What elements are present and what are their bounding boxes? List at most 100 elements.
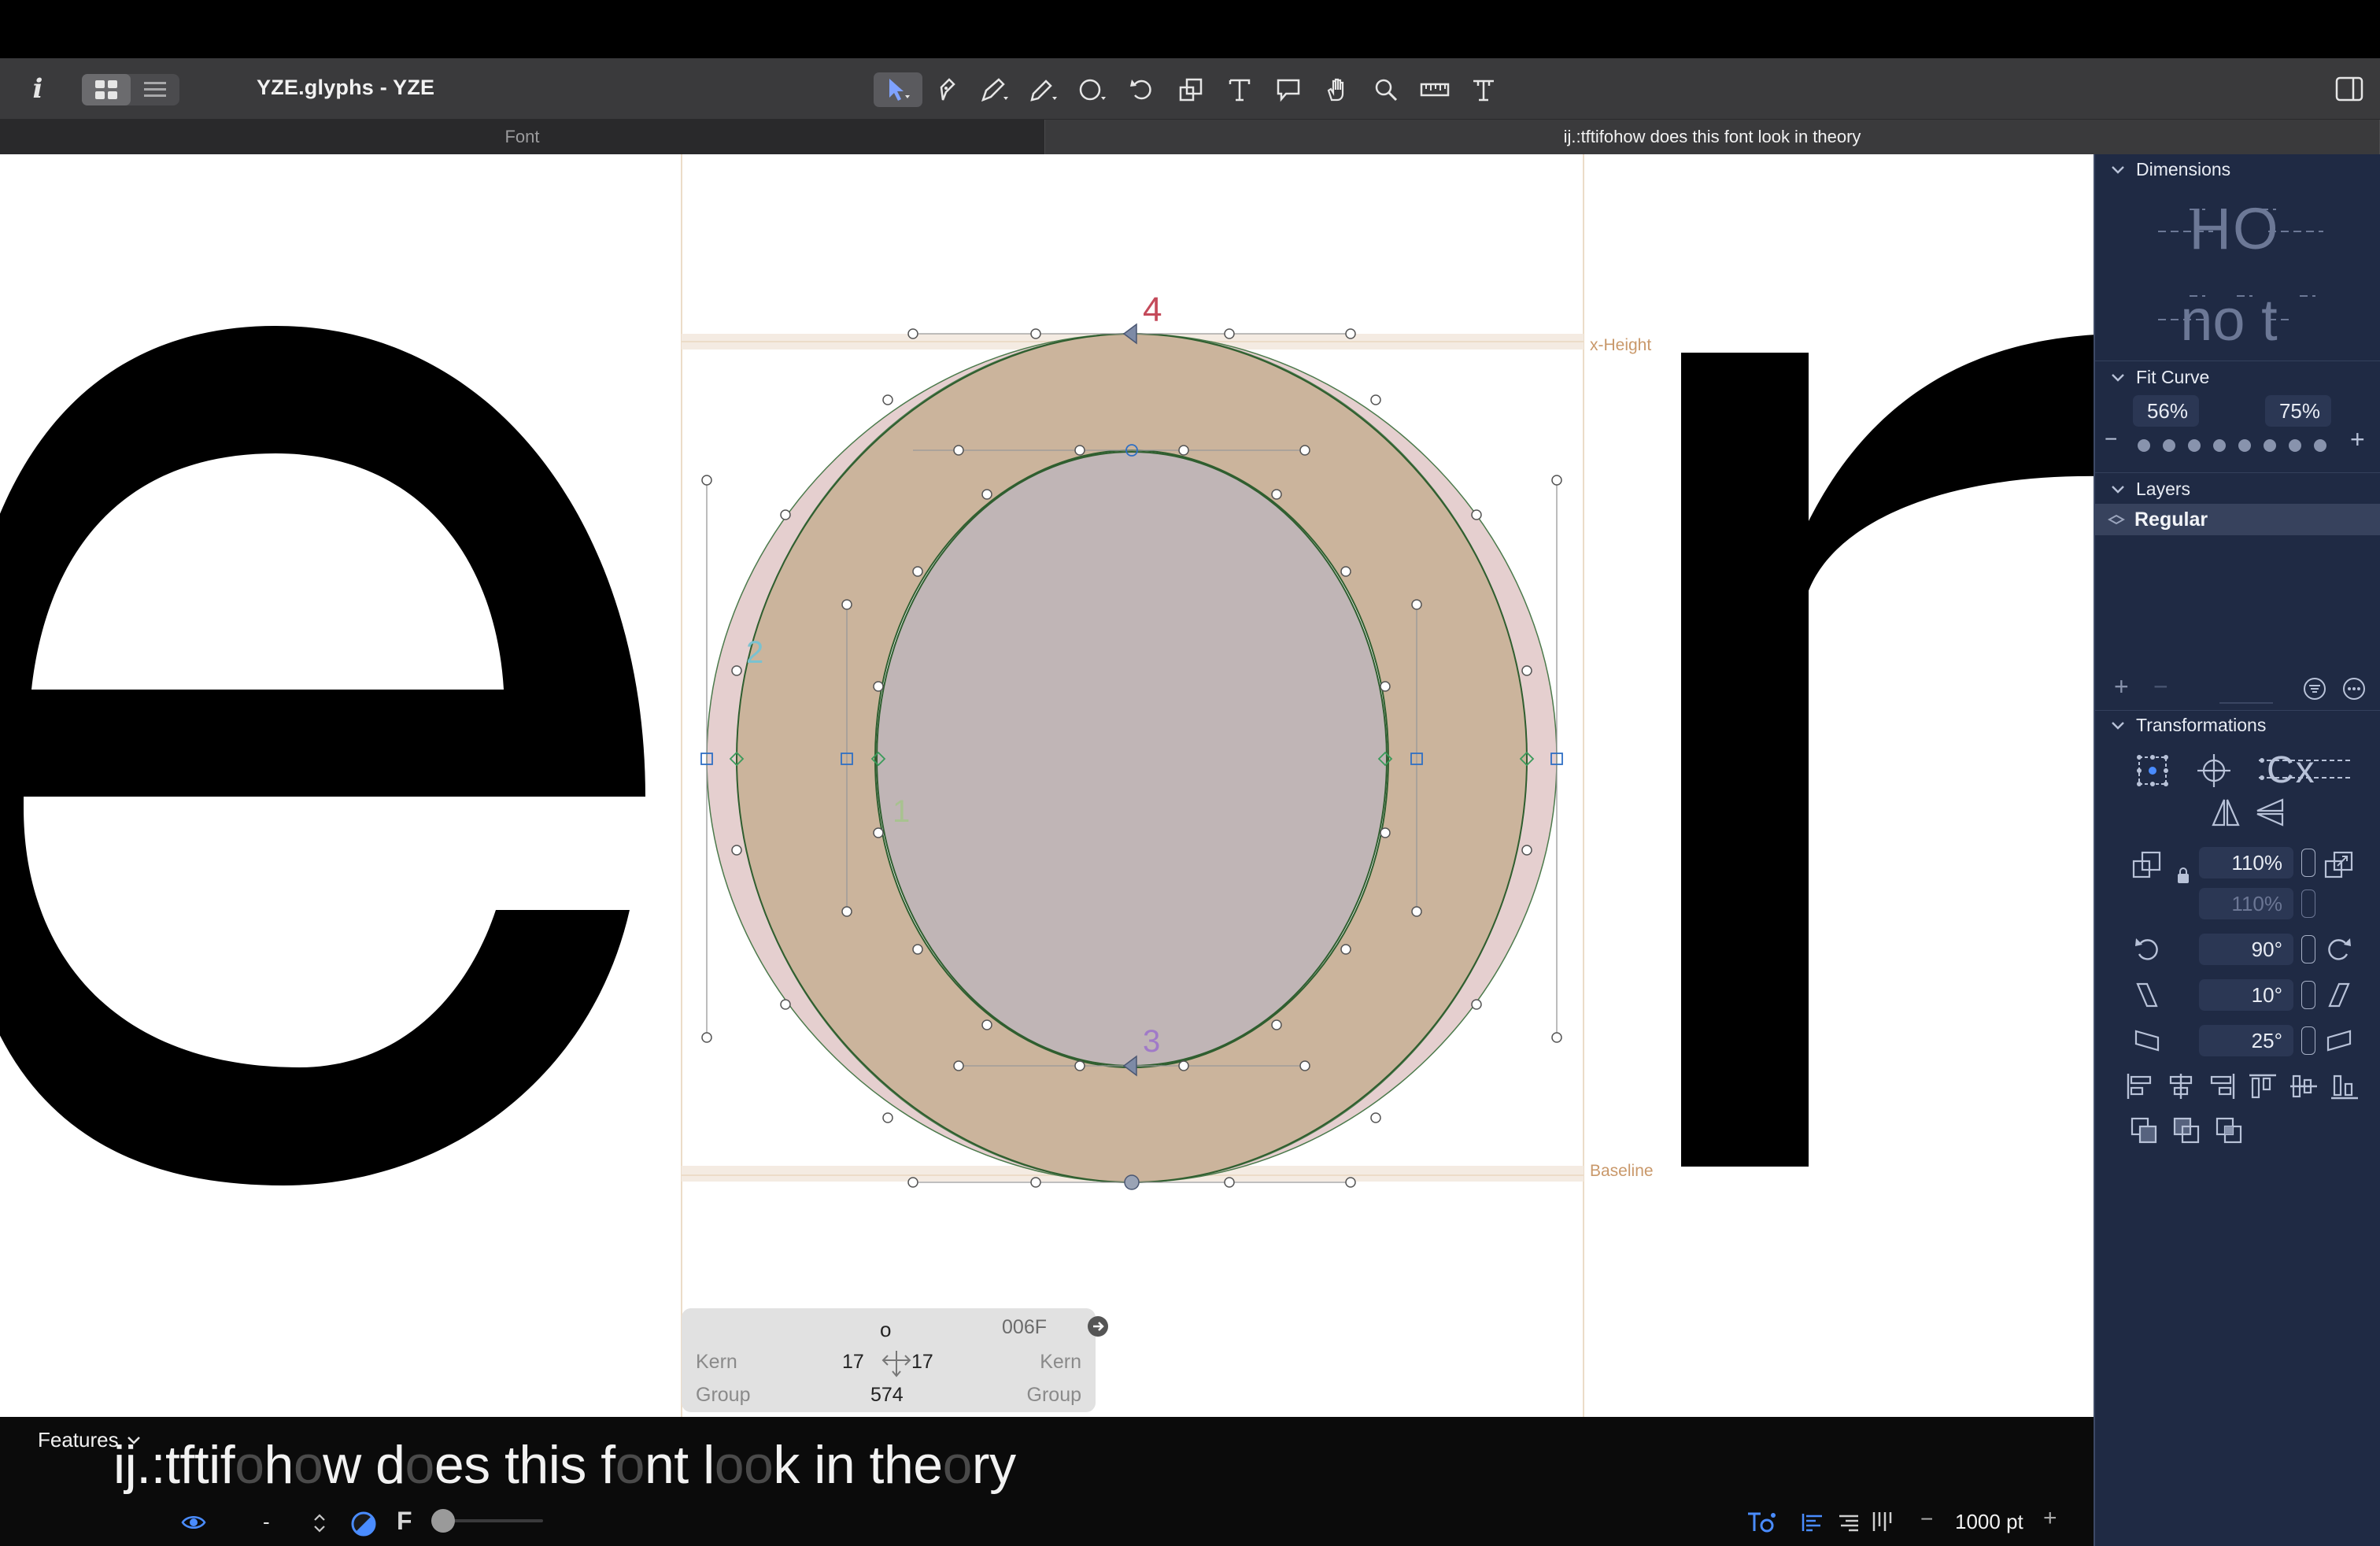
- rotate-tool-icon[interactable]: [1118, 72, 1166, 107]
- fit-curve-dots[interactable]: [2138, 439, 2326, 452]
- contrast-icon[interactable]: [349, 1510, 378, 1538]
- tool-palette: [874, 72, 1508, 107]
- hand-tool-icon[interactable]: [1313, 72, 1362, 107]
- scale-y-stepper[interactable]: [2301, 890, 2315, 918]
- tab-font[interactable]: Font: [0, 120, 1045, 154]
- slant-up-icon[interactable]: [2323, 1025, 2355, 1056]
- intersect-icon[interactable]: [2215, 1116, 2243, 1148]
- transformations-header[interactable]: Transformations: [2111, 715, 2266, 736]
- scale-y-field[interactable]: 110%: [2199, 888, 2293, 919]
- remove-layer-button[interactable]: −: [2153, 672, 2168, 701]
- chevron-down-icon: [127, 1436, 140, 1444]
- f-toggle[interactable]: F: [397, 1507, 412, 1536]
- scale-x-stepper[interactable]: [2301, 849, 2315, 877]
- path-ops-row: [2130, 1116, 2243, 1148]
- bounding-box-origin-icon[interactable]: [2133, 751, 2172, 790]
- pencil-tool-icon[interactable]: [1020, 72, 1069, 107]
- fit-curve-minus[interactable]: −: [2105, 427, 2117, 452]
- preview-active-glyph: o: [615, 1435, 645, 1495]
- zoom-out-button[interactable]: −: [1920, 1507, 1933, 1532]
- align-right-icon[interactable]: [1835, 1510, 1862, 1535]
- union-icon[interactable]: [2130, 1116, 2158, 1148]
- select-tool-icon[interactable]: [874, 72, 922, 107]
- slider-knob[interactable]: [431, 1509, 455, 1533]
- subtract-icon[interactable]: [2172, 1116, 2201, 1148]
- align-center-h-icon[interactable]: [2166, 1072, 2196, 1104]
- add-layer-button[interactable]: +: [2114, 672, 2129, 701]
- glyph-info-box: o 006F Kern Kern 17 17 Group Group 574: [682, 1308, 1108, 1412]
- slant-v-stepper[interactable]: [2301, 1026, 2315, 1055]
- measure-tool-icon[interactable]: [1410, 72, 1459, 107]
- flip-horizontal-icon[interactable]: [2208, 793, 2243, 831]
- tab-edit-text[interactable]: ij.:tftifohow does this font look in the…: [1045, 120, 2380, 154]
- left-sidebearing[interactable]: 17: [842, 1351, 864, 1374]
- pen-tool-icon[interactable]: [971, 72, 1020, 107]
- stepper-icon[interactable]: [310, 1510, 329, 1537]
- edit-canvas[interactable]: x-Height Baseline 1 2 3 4 o 006F Kern Ke…: [0, 154, 2094, 1417]
- glyph-width[interactable]: 574: [870, 1384, 904, 1407]
- info-icon[interactable]: i: [20, 71, 55, 107]
- eye-icon[interactable]: [178, 1511, 209, 1533]
- preview-active-glyph: oo: [714, 1435, 774, 1495]
- primitives-tool-icon[interactable]: [1069, 72, 1118, 107]
- master-dash[interactable]: -: [263, 1510, 270, 1534]
- scale-x-field[interactable]: 110%: [2199, 847, 2293, 878]
- draw-pen-icon[interactable]: [922, 72, 971, 107]
- crosshair-origin-icon[interactable]: [2194, 751, 2234, 790]
- vertical-text-icon[interactable]: [1868, 1508, 1895, 1535]
- align-center-v-icon[interactable]: [2289, 1072, 2319, 1104]
- fit-curve-header[interactable]: Fit Curve: [2111, 367, 2209, 388]
- text-on-path-icon[interactable]: [1459, 72, 1508, 107]
- layer-row-regular[interactable]: Regular: [2095, 504, 2380, 535]
- slant-h-field[interactable]: 10°: [2199, 979, 2293, 1011]
- filter-icon[interactable]: [2301, 675, 2328, 702]
- component-origin-icon[interactable]: Cx: [2259, 749, 2352, 790]
- annotation-tool-icon[interactable]: [1264, 72, 1313, 107]
- zoom-tool-icon[interactable]: [1362, 72, 1410, 107]
- size-slider[interactable]: [431, 1509, 543, 1533]
- slant-down-icon[interactable]: [2131, 1025, 2163, 1056]
- layers-divider: [2219, 702, 2273, 704]
- rotate-stepper[interactable]: [2301, 935, 2315, 963]
- text-direction-icon[interactable]: [1746, 1508, 1777, 1537]
- layers-header[interactable]: Layers: [2111, 479, 2190, 500]
- scale-up-icon[interactable]: [2322, 849, 2356, 883]
- flip-vertical-icon[interactable]: [2252, 793, 2287, 831]
- list-view-icon[interactable]: [131, 74, 179, 105]
- align-left-icon[interactable]: [1799, 1510, 1826, 1535]
- glyph-o[interactable]: 1 2 3 4: [700, 290, 1563, 1190]
- align-bottom-edges-icon[interactable]: [2330, 1072, 2360, 1104]
- lock-icon[interactable]: [2175, 866, 2191, 885]
- features-popup[interactable]: Features: [38, 1428, 141, 1452]
- rotate-ccw-icon[interactable]: [2131, 934, 2163, 965]
- slant-v-field[interactable]: 25°: [2199, 1025, 2293, 1056]
- tab-bar: Font ij.:tftifohow does this font look i…: [0, 120, 2380, 154]
- rotate-cw-icon[interactable]: [2323, 934, 2355, 965]
- rotate-field[interactable]: 90°: [2199, 934, 2293, 965]
- inspector-panel: Dimensions HO no t Fit Curve 56% 75% − +: [2094, 154, 2380, 1546]
- sidebar-toggle-icon[interactable]: [2330, 71, 2369, 107]
- scale-tool-icon[interactable]: [1166, 72, 1215, 107]
- right-sidebearing[interactable]: 17: [911, 1351, 933, 1374]
- glyph-name[interactable]: o: [880, 1318, 891, 1342]
- zoom-value[interactable]: 1000 pt: [1955, 1510, 2023, 1534]
- align-top-edges-icon[interactable]: [2248, 1072, 2278, 1104]
- align-left-edges-icon[interactable]: [2125, 1072, 2155, 1104]
- slant-left-icon[interactable]: [2131, 979, 2163, 1011]
- grid-view-icon[interactable]: [82, 74, 131, 105]
- fit-curve-plus[interactable]: +: [2350, 425, 2365, 454]
- zoom-in-button[interactable]: +: [2043, 1505, 2057, 1532]
- dimensions-header[interactable]: Dimensions: [2111, 159, 2230, 180]
- view-mode-segmented-control[interactable]: [82, 74, 179, 105]
- fit-curve-max[interactable]: 75%: [2265, 395, 2331, 427]
- align-right-edges-icon[interactable]: [2207, 1072, 2237, 1104]
- slant-h-stepper[interactable]: [2301, 981, 2315, 1009]
- text-tool-icon[interactable]: [1215, 72, 1264, 107]
- preview-text[interactable]: ij.:tftifohow does this font look in the…: [113, 1434, 1016, 1496]
- o-counter: [876, 451, 1388, 1067]
- unicode-value[interactable]: 006F: [1002, 1316, 1047, 1339]
- scale-icon[interactable]: [2130, 849, 2164, 883]
- fit-curve-min[interactable]: 56%: [2133, 395, 2199, 427]
- more-options-icon[interactable]: [2341, 675, 2367, 702]
- slant-right-icon[interactable]: [2323, 979, 2355, 1011]
